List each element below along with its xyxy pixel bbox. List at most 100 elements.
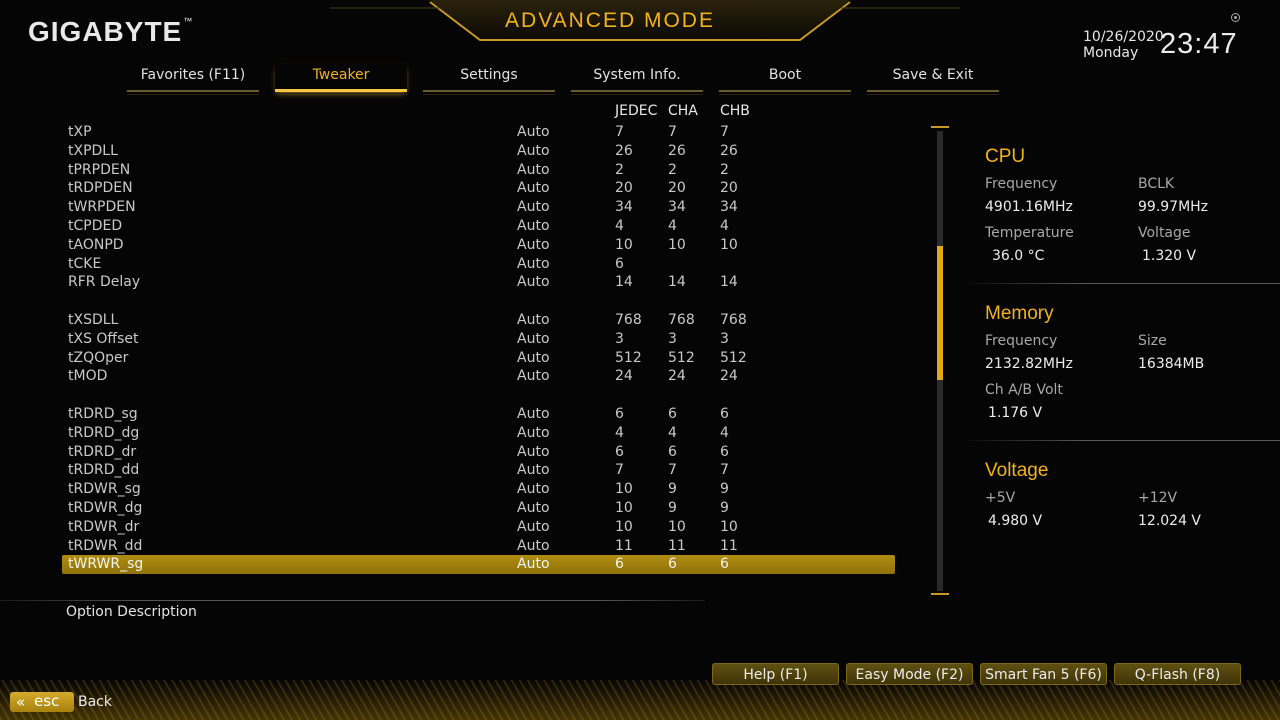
- table-row[interactable]: tRDRD_dd Auto 7 7 7: [62, 461, 895, 480]
- param-cha-value: 4: [668, 424, 677, 441]
- param-mode[interactable]: Auto: [517, 518, 550, 537]
- param-mode[interactable]: Auto: [517, 405, 550, 424]
- param-chb-value: 6: [720, 556, 729, 573]
- table-row[interactable]: tXPDLL Auto 26 26 26: [62, 142, 895, 161]
- param-chb-value: 4: [720, 424, 729, 441]
- table-row[interactable]: tRDRD_dg Auto 4 4 4: [62, 424, 895, 443]
- param-mode[interactable]: Auto: [517, 236, 550, 255]
- param-mode[interactable]: Auto: [517, 424, 550, 443]
- memory-size-value: 16384MB: [1138, 356, 1205, 372]
- table-row[interactable]: tRDWR_sg Auto 10 9 9: [62, 480, 895, 499]
- param-mode[interactable]: Auto: [517, 179, 550, 198]
- table-row[interactable]: tWRPDEN Auto 34 34 34: [62, 198, 895, 217]
- param-mode[interactable]: Auto: [517, 537, 550, 556]
- param-name: tCPDED: [68, 217, 123, 234]
- param-mode[interactable]: Auto: [517, 461, 550, 480]
- table-row[interactable]: tRDRD_dr Auto 6 6 6: [62, 443, 895, 462]
- table-row[interactable]: tCKE Auto 6: [62, 255, 895, 274]
- param-mode[interactable]: Auto: [517, 123, 550, 142]
- param-mode[interactable]: Auto: [517, 198, 550, 217]
- param-mode[interactable]: Auto: [517, 499, 550, 518]
- esc-label: esc: [34, 692, 60, 710]
- cpu-bclk-value: 99.97MHz: [1138, 199, 1209, 215]
- table-row[interactable]: tCPDED Auto 4 4 4: [62, 217, 895, 236]
- table-row[interactable]: tAONPD Auto 10 10 10: [62, 236, 895, 255]
- param-jedec-value: 6: [615, 443, 624, 460]
- param-cha-value: 24: [668, 368, 686, 385]
- gigabyte-logo: GIGABYTE™: [28, 16, 193, 48]
- param-chb-value: 14: [720, 274, 738, 291]
- table-row[interactable]: RFR Delay Auto 14 14 14: [62, 273, 895, 292]
- param-cha-value: 10: [668, 518, 686, 535]
- param-mode[interactable]: Auto: [517, 161, 550, 180]
- esc-button[interactable]: « esc: [10, 692, 74, 712]
- table-row[interactable]: tZQOper Auto 512 512 512: [62, 349, 895, 368]
- tab-tweaker[interactable]: Tweaker: [275, 64, 407, 94]
- table-row[interactable]: tRDPDEN Auto 20 20 20: [62, 179, 895, 198]
- param-jedec-value: 7: [615, 462, 624, 479]
- settings-icon[interactable]: [1231, 13, 1240, 22]
- param-mode[interactable]: Auto: [517, 273, 550, 292]
- param-mode[interactable]: Auto: [517, 349, 550, 368]
- tab-save-exit[interactable]: Save & Exit: [867, 64, 999, 95]
- param-mode[interactable]: Auto: [517, 217, 550, 236]
- tab-boot[interactable]: Boot: [719, 64, 851, 95]
- help-button[interactable]: Help (F1): [712, 663, 839, 685]
- clock[interactable]: 23:47: [1160, 28, 1238, 61]
- cpu-bclk-label: BCLK: [1138, 176, 1175, 192]
- param-mode[interactable]: Auto: [517, 330, 550, 349]
- table-row[interactable]: tRDWR_dd Auto 11 11 11: [62, 537, 895, 556]
- easy-mode-button[interactable]: Easy Mode (F2): [846, 663, 973, 685]
- voltage-5v-value: 4.980 V: [988, 513, 1043, 529]
- date-display: 10/26/2020 Monday: [1083, 29, 1164, 61]
- table-row[interactable]: tRDRD_sg Auto 6 6 6: [62, 405, 895, 424]
- bottom-decor-stripe: [0, 680, 1280, 720]
- param-mode[interactable]: Auto: [517, 480, 550, 499]
- table-row[interactable]: tRDWR_dr Auto 10 10 10: [62, 518, 895, 537]
- param-name: tRDWR_dg: [68, 499, 143, 516]
- tab-system-info[interactable]: System Info.: [571, 64, 703, 95]
- scrollbar-thumb[interactable]: [937, 246, 943, 380]
- cpu-temperature-value: 36.0 °C: [992, 248, 1045, 264]
- param-mode[interactable]: Auto: [517, 255, 550, 274]
- param-jedec-value: 10: [615, 481, 633, 498]
- cpu-temperature-label: Temperature: [985, 225, 1074, 241]
- voltage-12v-value: 12.024 V: [1138, 513, 1202, 529]
- param-chb-value: 24: [720, 368, 738, 385]
- param-mode[interactable]: Auto: [517, 367, 550, 386]
- voltage-12v-label: +12V: [1138, 490, 1178, 506]
- param-chb-value: 9: [720, 481, 729, 498]
- tab-favorites[interactable]: Favorites (F11): [127, 64, 259, 95]
- panel-divider: [960, 283, 1280, 284]
- voltage-5v-label: +5V: [985, 490, 1016, 506]
- param-jedec-value: 2: [615, 161, 624, 178]
- table-row[interactable]: tXSDLL Auto 768 768 768: [62, 311, 895, 330]
- param-mode[interactable]: Auto: [517, 555, 550, 574]
- table-row[interactable]: tXP Auto 7 7 7: [62, 123, 895, 142]
- param-mode[interactable]: Auto: [517, 443, 550, 462]
- logo-text: GIGABYTE: [28, 16, 183, 47]
- tab-settings[interactable]: Settings: [423, 64, 555, 95]
- param-jedec-value: 6: [615, 405, 624, 422]
- param-name: tWRWR_sg: [68, 556, 144, 573]
- q-flash-button[interactable]: Q-Flash (F8): [1114, 663, 1241, 685]
- memory-size-label: Size: [1138, 333, 1167, 349]
- param-mode[interactable]: Auto: [517, 311, 550, 330]
- param-mode[interactable]: Auto: [517, 142, 550, 161]
- param-chb-value: 10: [720, 518, 738, 535]
- table-row[interactable]: tPRPDEN Auto 2 2 2: [62, 161, 895, 180]
- table-row-selected[interactable]: tWRWR_sg Auto 6 6 6: [62, 555, 895, 575]
- table-row[interactable]: tRDWR_dg Auto 10 9 9: [62, 499, 895, 518]
- param-chb-value: 9: [720, 499, 729, 516]
- param-jedec-value: 11: [615, 537, 633, 554]
- smart-fan-button[interactable]: Smart Fan 5 (F6): [980, 663, 1107, 685]
- param-name: tAONPD: [68, 236, 124, 253]
- table-row[interactable]: tMOD Auto 24 24 24: [62, 367, 895, 386]
- param-cha-value: 20: [668, 180, 686, 197]
- description-divider: [0, 600, 705, 601]
- param-jedec-value: 34: [615, 199, 633, 216]
- param-chb-value: 512: [720, 349, 747, 366]
- table-row[interactable]: tXS Offset Auto 3 3 3: [62, 330, 895, 349]
- row-spacer: [62, 292, 895, 311]
- param-cha-value: 6: [668, 443, 677, 460]
